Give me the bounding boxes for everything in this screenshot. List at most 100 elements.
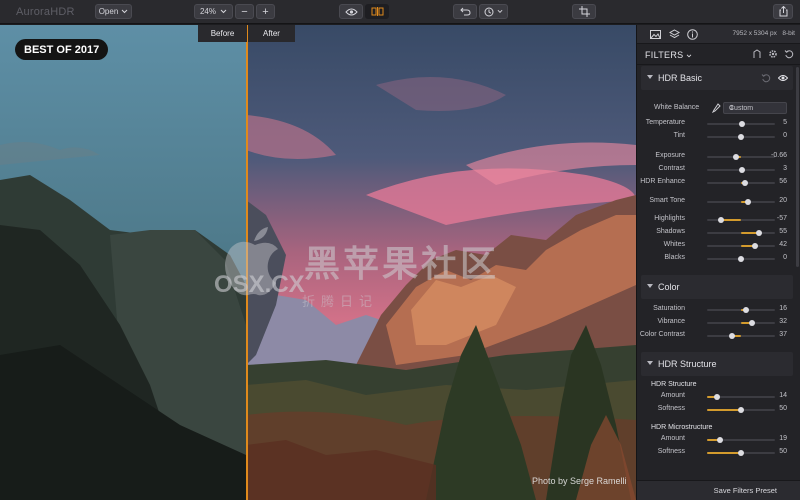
slider-track[interactable]	[707, 437, 775, 443]
chevron-down-icon	[497, 9, 503, 13]
slider-track[interactable]	[707, 134, 775, 140]
slider-knob[interactable]	[756, 230, 763, 236]
undo-button[interactable]	[453, 4, 477, 19]
slider-track[interactable]	[707, 320, 775, 326]
reset-icon[interactable]	[761, 73, 771, 83]
slider-knob[interactable]	[713, 394, 720, 400]
gear-icon[interactable]	[768, 49, 778, 59]
white-balance-label: White Balance	[654, 104, 700, 111]
caret-down-icon	[647, 284, 653, 288]
slider-knob[interactable]	[738, 167, 745, 173]
slider-track[interactable]	[707, 394, 775, 400]
slider-fill	[707, 409, 741, 411]
slider-row: Exposure -0.66	[637, 151, 800, 163]
section-color[interactable]: Color	[641, 275, 793, 299]
slider-knob[interactable]	[738, 407, 744, 413]
presets-icon[interactable]	[752, 49, 762, 59]
slider-knob[interactable]	[738, 256, 744, 262]
slider-value: 5	[783, 119, 787, 126]
save-filters-preset-button[interactable]: Save Filters Preset	[637, 480, 800, 500]
slider-knob[interactable]	[743, 307, 750, 313]
image-size: 7952 x 5304 px	[732, 30, 777, 37]
slider-knob[interactable]	[748, 320, 755, 326]
section-title: HDR Basic	[658, 73, 703, 83]
slider-value: 0	[783, 254, 787, 261]
slider-value: 14	[779, 392, 787, 399]
visibility-icon[interactable]	[778, 73, 788, 83]
slider-knob[interactable]	[738, 450, 744, 456]
section-hdr-structure[interactable]: HDR Structure	[641, 352, 793, 376]
filters-header: FILTERS	[637, 44, 800, 65]
slider-track[interactable]	[707, 199, 775, 205]
slider-knob[interactable]	[729, 333, 736, 339]
slider-track[interactable]	[707, 230, 775, 236]
slider-label: Shadows	[656, 228, 685, 235]
slider-track[interactable]	[707, 450, 775, 456]
slider-label: Temperature	[645, 119, 685, 126]
slider-knob[interactable]	[744, 199, 751, 205]
slider-row: Vibrance 32	[637, 317, 800, 329]
slider-value: 42	[779, 241, 787, 248]
filters-dropdown[interactable]: FILTERS	[645, 50, 692, 60]
slider-knob[interactable]	[716, 437, 723, 443]
open-button[interactable]: Open	[95, 4, 132, 19]
reset-icon[interactable]	[784, 49, 794, 59]
white-balance-select[interactable]: Custom ⇕	[723, 102, 787, 114]
slider-value: 37	[779, 331, 787, 338]
layers-icon[interactable]	[669, 29, 680, 40]
slider-label: Softness	[657, 405, 685, 412]
share-button[interactable]	[773, 4, 793, 19]
slider-track[interactable]	[707, 167, 775, 173]
slider-label: Highlights	[654, 215, 685, 222]
slider-label: Color Contrast	[639, 331, 685, 338]
caret-down-icon	[647, 361, 653, 365]
slider-track[interactable]	[707, 407, 775, 413]
slider-label: HDR Enhance	[640, 178, 685, 185]
zoom-value: 24%	[199, 7, 216, 16]
slider-row: Color Contrast 37	[637, 330, 800, 342]
slider-label: Contrast	[658, 165, 685, 172]
slider-fill	[721, 219, 741, 221]
slider-value: 50	[779, 448, 787, 455]
zoom-in-button[interactable]: +	[256, 4, 275, 19]
section-title: HDR Structure	[658, 359, 717, 369]
slider-row: Saturation 16	[637, 304, 800, 316]
slider-track[interactable]	[707, 333, 775, 339]
zoom-select[interactable]: 24%	[194, 4, 233, 19]
eyedropper-icon[interactable]	[712, 103, 721, 113]
slider-row: Smart Tone 20	[637, 196, 800, 208]
slider-knob[interactable]	[739, 121, 746, 127]
preview-button[interactable]	[339, 4, 363, 19]
slider-track[interactable]	[707, 243, 775, 249]
chevron-down-icon	[686, 54, 692, 58]
crop-button[interactable]	[572, 4, 596, 19]
slider-track[interactable]	[707, 180, 775, 186]
slider-knob[interactable]	[732, 154, 739, 160]
slider-label: Exposure	[655, 152, 685, 159]
slider-track[interactable]	[707, 154, 775, 160]
slider-row: Softness 50	[637, 404, 800, 416]
slider-track[interactable]	[707, 307, 775, 313]
section-hdr-basic[interactable]: HDR Basic	[641, 66, 793, 90]
history-button[interactable]	[479, 4, 508, 19]
slider-knob[interactable]	[742, 180, 749, 186]
split-divider[interactable]	[246, 25, 248, 500]
slider-value: 56	[779, 178, 787, 185]
slider-label: Vibrance	[657, 318, 685, 325]
slider-value: 16	[779, 305, 787, 312]
info-icon[interactable]	[687, 29, 698, 40]
image-canvas[interactable]: Before After BEST OF 2017 黑苹果社区 OSX.CX 折…	[0, 25, 636, 500]
slider-knob[interactable]	[718, 217, 725, 223]
compare-button[interactable]	[365, 4, 389, 19]
slider-track[interactable]	[707, 217, 775, 223]
slider-track[interactable]	[707, 256, 775, 262]
slider-track[interactable]	[707, 121, 775, 127]
image-icon[interactable]	[650, 29, 661, 40]
compare-icon	[371, 7, 383, 16]
filters-title: FILTERS	[645, 50, 684, 60]
zoom-out-button[interactable]: −	[235, 4, 254, 19]
slider-knob[interactable]	[752, 243, 759, 249]
section-title: Color	[658, 282, 680, 292]
slider-knob[interactable]	[738, 134, 744, 140]
slider-row: Shadows 55	[637, 227, 800, 239]
